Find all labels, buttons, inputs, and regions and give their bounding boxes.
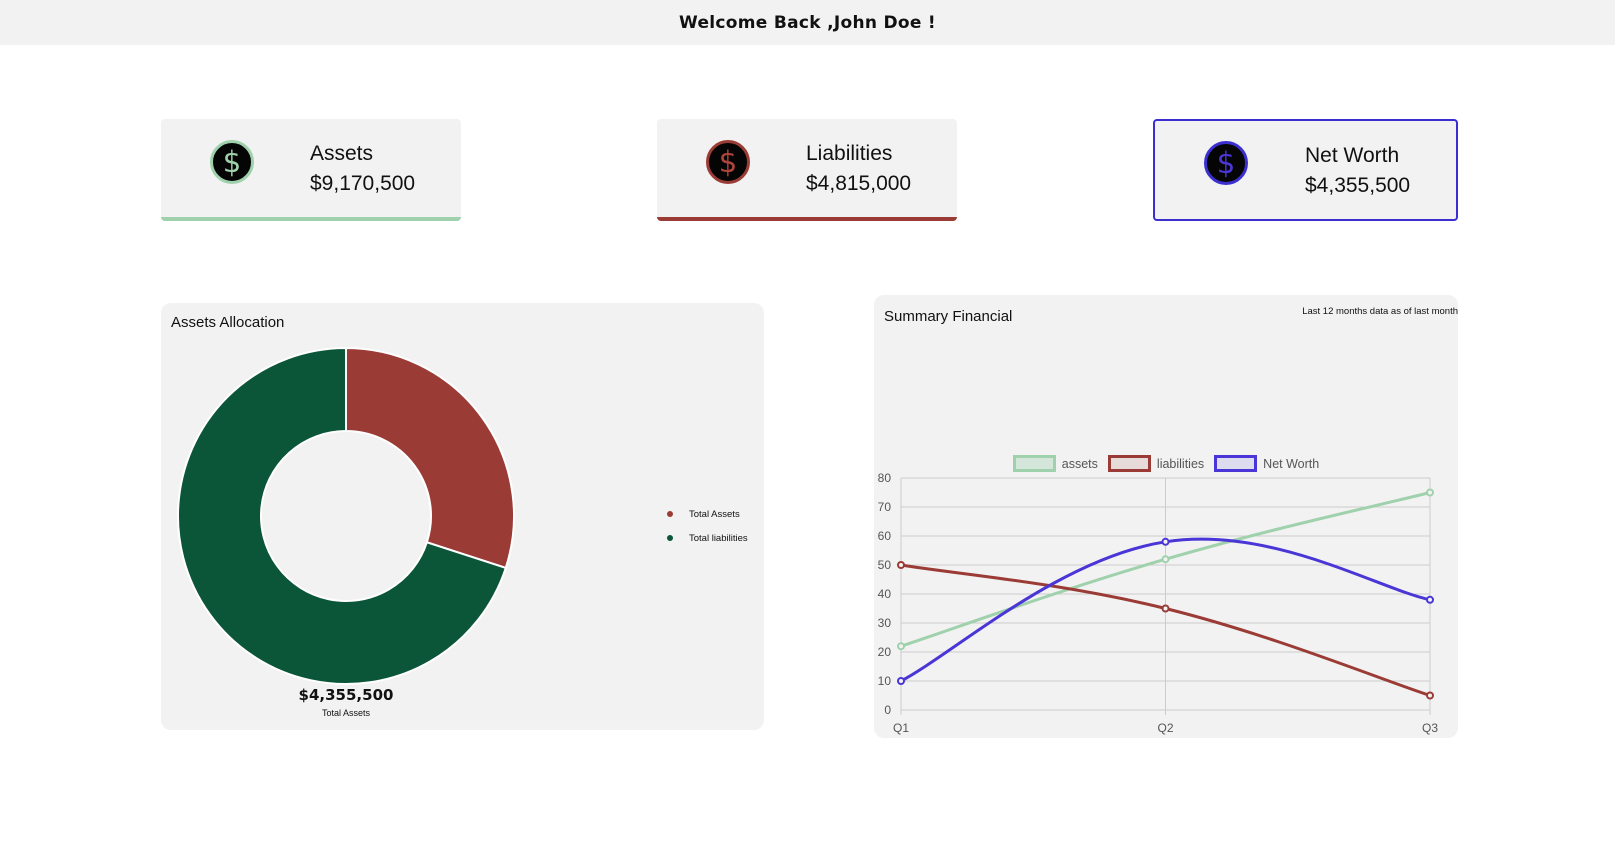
liabilities-card[interactable]: $ Liabilities $4,815,000 <box>657 119 957 221</box>
assets-allocation-panel: Assets Allocation $4,355,500 Total Asset… <box>161 303 764 730</box>
top-bar: Welcome Back ,John Doe ! <box>0 0 1615 45</box>
legend-item-total-liabilities[interactable]: Total liabilities <box>667 526 748 550</box>
legend-label: Total Assets <box>689 508 740 520</box>
x-tick-label: Q3 <box>1422 721 1438 735</box>
y-tick-label: 20 <box>878 645 892 659</box>
dollar-icon: $ <box>210 140 254 184</box>
legend-item-total-assets[interactable]: Total Assets <box>667 502 748 526</box>
dollar-icon: $ <box>706 140 750 184</box>
summary-line-chart: 0 10 20 30 40 50 60 70 80 Q1 Q2 Q3 <box>878 471 1439 735</box>
legend-dot <box>667 535 673 541</box>
data-point-assets[interactable] <box>1426 488 1434 497</box>
data-point-liabilities[interactable] <box>897 561 905 569</box>
allocation-total-value: $4,355,500 <box>298 686 394 704</box>
data-point-assets[interactable] <box>1161 555 1170 564</box>
liabilities-label: Liabilities <box>806 142 893 165</box>
data-point-net-worth[interactable] <box>897 677 905 685</box>
legend-label: Total liabilities <box>689 532 748 544</box>
summary-financial-panel: Summary Financial Last 12 months data as… <box>874 295 1458 738</box>
y-tick-label: 40 <box>878 587 892 601</box>
legend-dot <box>667 511 673 517</box>
donut-slice-total-assets[interactable] <box>345 346 515 570</box>
data-point-net-worth[interactable] <box>1161 537 1170 546</box>
dollar-icon: $ <box>1204 141 1248 185</box>
net-worth-value: $4,355,500 <box>1305 174 1411 197</box>
y-tick-label: 10 <box>878 674 892 688</box>
y-tick-label: 80 <box>878 471 892 485</box>
y-tick-label: 30 <box>878 616 892 630</box>
data-point-net-worth[interactable] <box>1426 595 1434 604</box>
net-worth-label: Net Worth <box>1305 144 1400 167</box>
allocation-total-label: Total Assets <box>321 708 371 718</box>
data-point-assets[interactable] <box>897 642 905 651</box>
x-tick-label: Q1 <box>893 721 909 735</box>
allocation-legend: Total Assets Total liabilities <box>667 502 748 550</box>
liabilities-value: $4,815,000 <box>806 172 912 195</box>
assets-card[interactable]: $ Assets $9,170,500 <box>161 119 461 221</box>
assets-label: Assets <box>310 142 374 165</box>
assets-value: $9,170,500 <box>310 172 416 195</box>
y-tick-label: 0 <box>884 703 891 717</box>
net-worth-card[interactable]: $ Net Worth $4,355,500 <box>1153 119 1458 221</box>
x-tick-label: Q2 <box>1157 721 1173 735</box>
y-tick-label: 50 <box>878 558 892 572</box>
data-point-liabilities[interactable] <box>1426 691 1434 700</box>
data-point-liabilities[interactable] <box>1161 604 1170 613</box>
welcome-title: Welcome Back ,John Doe ! <box>679 12 936 33</box>
y-tick-label: 60 <box>878 529 892 543</box>
y-tick-label: 70 <box>878 500 892 514</box>
